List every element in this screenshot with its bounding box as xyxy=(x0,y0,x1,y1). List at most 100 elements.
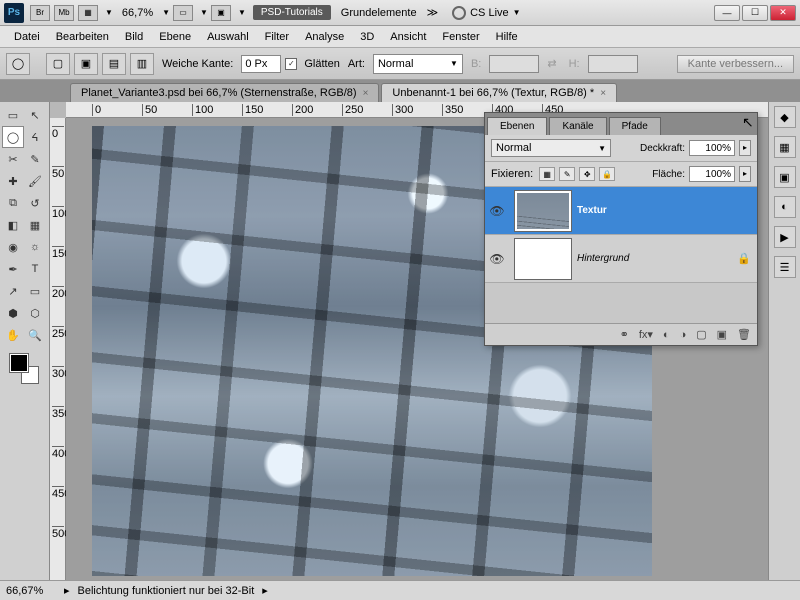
path-tool[interactable]: ↗ xyxy=(2,280,24,302)
layer-row[interactable]: 👁 Textur xyxy=(485,187,757,235)
new-layer-icon[interactable]: ▣ xyxy=(717,328,727,341)
chevrons-icon[interactable]: ≫ xyxy=(427,6,439,19)
opacity-input[interactable]: 100% xyxy=(689,140,735,156)
dodge-tool[interactable]: ☼ xyxy=(24,236,46,258)
fill-input[interactable]: 100% xyxy=(689,166,735,182)
adjustments-panel-icon[interactable]: ◐ xyxy=(774,196,796,218)
feather-input[interactable]: 0 Px xyxy=(241,55,281,73)
viewmode-icon[interactable]: ▦ xyxy=(78,5,98,21)
close-button[interactable]: ✕ xyxy=(770,5,796,21)
antialias-checkbox[interactable]: ✓ xyxy=(285,58,297,70)
lasso-tool[interactable]: ᔦ xyxy=(24,126,46,148)
move-tool[interactable]: ▭ xyxy=(2,104,24,126)
eraser-tool[interactable]: ◧ xyxy=(2,214,24,236)
actions-panel-icon[interactable]: ▶ xyxy=(774,226,796,248)
selection-intersect-icon[interactable]: ▥ xyxy=(130,53,154,75)
layer-mask-icon[interactable]: ◐ xyxy=(663,329,670,341)
layers-panel[interactable]: Ebenen Kanäle Pfade Normal▼ Deckkraft: 1… xyxy=(484,112,758,346)
document-tab[interactable]: Planet_Variante3.psd bei 66,7% (Sternens… xyxy=(70,83,379,102)
zoom-tool[interactable]: 🔍 xyxy=(24,324,46,346)
pen-tool[interactable]: ✒ xyxy=(2,258,24,280)
document-tab[interactable]: Unbenannt-1 bei 66,7% (Textur, RGB/8) *× xyxy=(381,83,617,102)
opacity-slider-icon[interactable]: ▸ xyxy=(739,140,751,156)
layer-fx-icon[interactable]: fx▾ xyxy=(639,328,653,341)
blur-tool[interactable]: ◉ xyxy=(2,236,24,258)
menu-auswahl[interactable]: Auswahl xyxy=(199,31,257,43)
layer-group-icon[interactable]: ▢ xyxy=(696,328,706,341)
history-brush-tool[interactable]: ↺ xyxy=(24,192,46,214)
tab-ebenen[interactable]: Ebenen xyxy=(487,117,547,135)
menu-hilfe[interactable]: Hilfe xyxy=(488,31,526,43)
visibility-toggle-icon[interactable]: 👁 xyxy=(485,204,509,218)
menu-ebene[interactable]: Ebene xyxy=(151,31,199,43)
workspace-name[interactable]: Grundelemente xyxy=(341,7,417,19)
selection-new-icon[interactable]: ▢ xyxy=(46,53,70,75)
swatches-panel-icon[interactable]: ▦ xyxy=(774,136,796,158)
minibridge-icon[interactable]: Mb xyxy=(54,5,74,21)
link-layers-icon[interactable]: ⚭ xyxy=(620,328,629,341)
maximize-button[interactable]: ☐ xyxy=(742,5,768,21)
selection-add-icon[interactable]: ▣ xyxy=(74,53,98,75)
color-swatch[interactable] xyxy=(10,354,39,384)
menu-analyse[interactable]: Analyse xyxy=(297,31,352,43)
dropdown-icon[interactable]: ▼ xyxy=(105,8,113,17)
gradient-tool[interactable]: ▦ xyxy=(24,214,46,236)
crop-tool[interactable]: ✂ xyxy=(2,148,24,170)
zoom-level[interactable]: 66,7% xyxy=(122,7,153,19)
history-panel-icon[interactable]: ☰ xyxy=(774,256,796,278)
lock-position-icon[interactable]: ✥ xyxy=(579,167,595,181)
menu-datei[interactable]: Datei xyxy=(6,31,48,43)
menu-bearbeiten[interactable]: Bearbeiten xyxy=(48,31,117,43)
menu-filter[interactable]: Filter xyxy=(257,31,297,43)
layer-row[interactable]: 👁 Hintergrund 🔒 xyxy=(485,235,757,283)
menu-fenster[interactable]: Fenster xyxy=(434,31,487,43)
delete-layer-icon[interactable]: 🗑 xyxy=(737,328,751,341)
layer-thumbnail[interactable] xyxy=(515,239,571,279)
status-zoom[interactable]: 66,67% xyxy=(6,585,56,597)
layers-empty-area[interactable] xyxy=(485,283,757,323)
blend-mode-select[interactable]: Normal▼ xyxy=(491,139,611,157)
brush-tool[interactable]: 🖌 xyxy=(24,170,46,192)
adjustment-layer-icon[interactable]: ◑ xyxy=(680,329,687,341)
lock-pixels-icon[interactable]: ✎ xyxy=(559,167,575,181)
status-arrow-icon[interactable]: ▸ xyxy=(64,584,70,597)
style-select[interactable]: Normal▼ xyxy=(373,54,463,74)
screenmode-icon[interactable]: ▣ xyxy=(211,5,231,21)
hand-tool[interactable]: ✋ xyxy=(2,324,24,346)
lock-all-icon[interactable]: 🔒 xyxy=(599,167,615,181)
type-tool[interactable]: T xyxy=(24,258,46,280)
refine-edge-button[interactable]: Kante verbessern... xyxy=(677,55,794,73)
arrow-tool[interactable]: ↖ xyxy=(24,104,46,126)
shape-tool[interactable]: ▭ xyxy=(24,280,46,302)
3d-tool[interactable]: ⬢ xyxy=(2,302,24,324)
visibility-toggle-icon[interactable]: 👁 xyxy=(485,252,509,266)
dropdown-icon[interactable]: ▼ xyxy=(162,8,170,17)
menu-ansicht[interactable]: Ansicht xyxy=(382,31,434,43)
layer-name[interactable]: Hintergrund xyxy=(577,253,737,264)
tool-preset-icon[interactable]: ◯ xyxy=(6,53,30,75)
eyedropper-tool[interactable]: ✎ xyxy=(24,148,46,170)
workspace-tag[interactable]: PSD-Tutorials xyxy=(253,5,331,20)
tab-kanaele[interactable]: Kanäle xyxy=(549,117,606,135)
marquee-tool[interactable]: ◯ xyxy=(2,126,24,148)
close-tab-icon[interactable]: × xyxy=(363,88,369,99)
status-arrow-icon[interactable]: ▸ xyxy=(262,584,268,597)
tab-pfade[interactable]: Pfade xyxy=(609,117,661,135)
color-panel-icon[interactable]: ◆ xyxy=(774,106,796,128)
close-tab-icon[interactable]: × xyxy=(600,88,606,99)
arrange-icon[interactable]: ▭ xyxy=(173,5,193,21)
lock-transparency-icon[interactable]: ▦ xyxy=(539,167,555,181)
cslive-button[interactable]: CS Live ▼ xyxy=(452,6,523,20)
selection-subtract-icon[interactable]: ▤ xyxy=(102,53,126,75)
3d-camera-tool[interactable]: ⬡ xyxy=(24,302,46,324)
stamp-tool[interactable]: ⧉ xyxy=(2,192,24,214)
fill-slider-icon[interactable]: ▸ xyxy=(739,166,751,182)
dropdown-icon[interactable]: ▼ xyxy=(238,8,246,17)
ruler-vertical[interactable]: 050100150200250300350400450500 xyxy=(50,118,66,580)
styles-panel-icon[interactable]: ▣ xyxy=(774,166,796,188)
layer-name[interactable]: Textur xyxy=(577,205,757,216)
menu-3d[interactable]: 3D xyxy=(352,31,382,43)
minimize-button[interactable]: — xyxy=(714,5,740,21)
bridge-icon[interactable]: Br xyxy=(30,5,50,21)
menu-bild[interactable]: Bild xyxy=(117,31,151,43)
